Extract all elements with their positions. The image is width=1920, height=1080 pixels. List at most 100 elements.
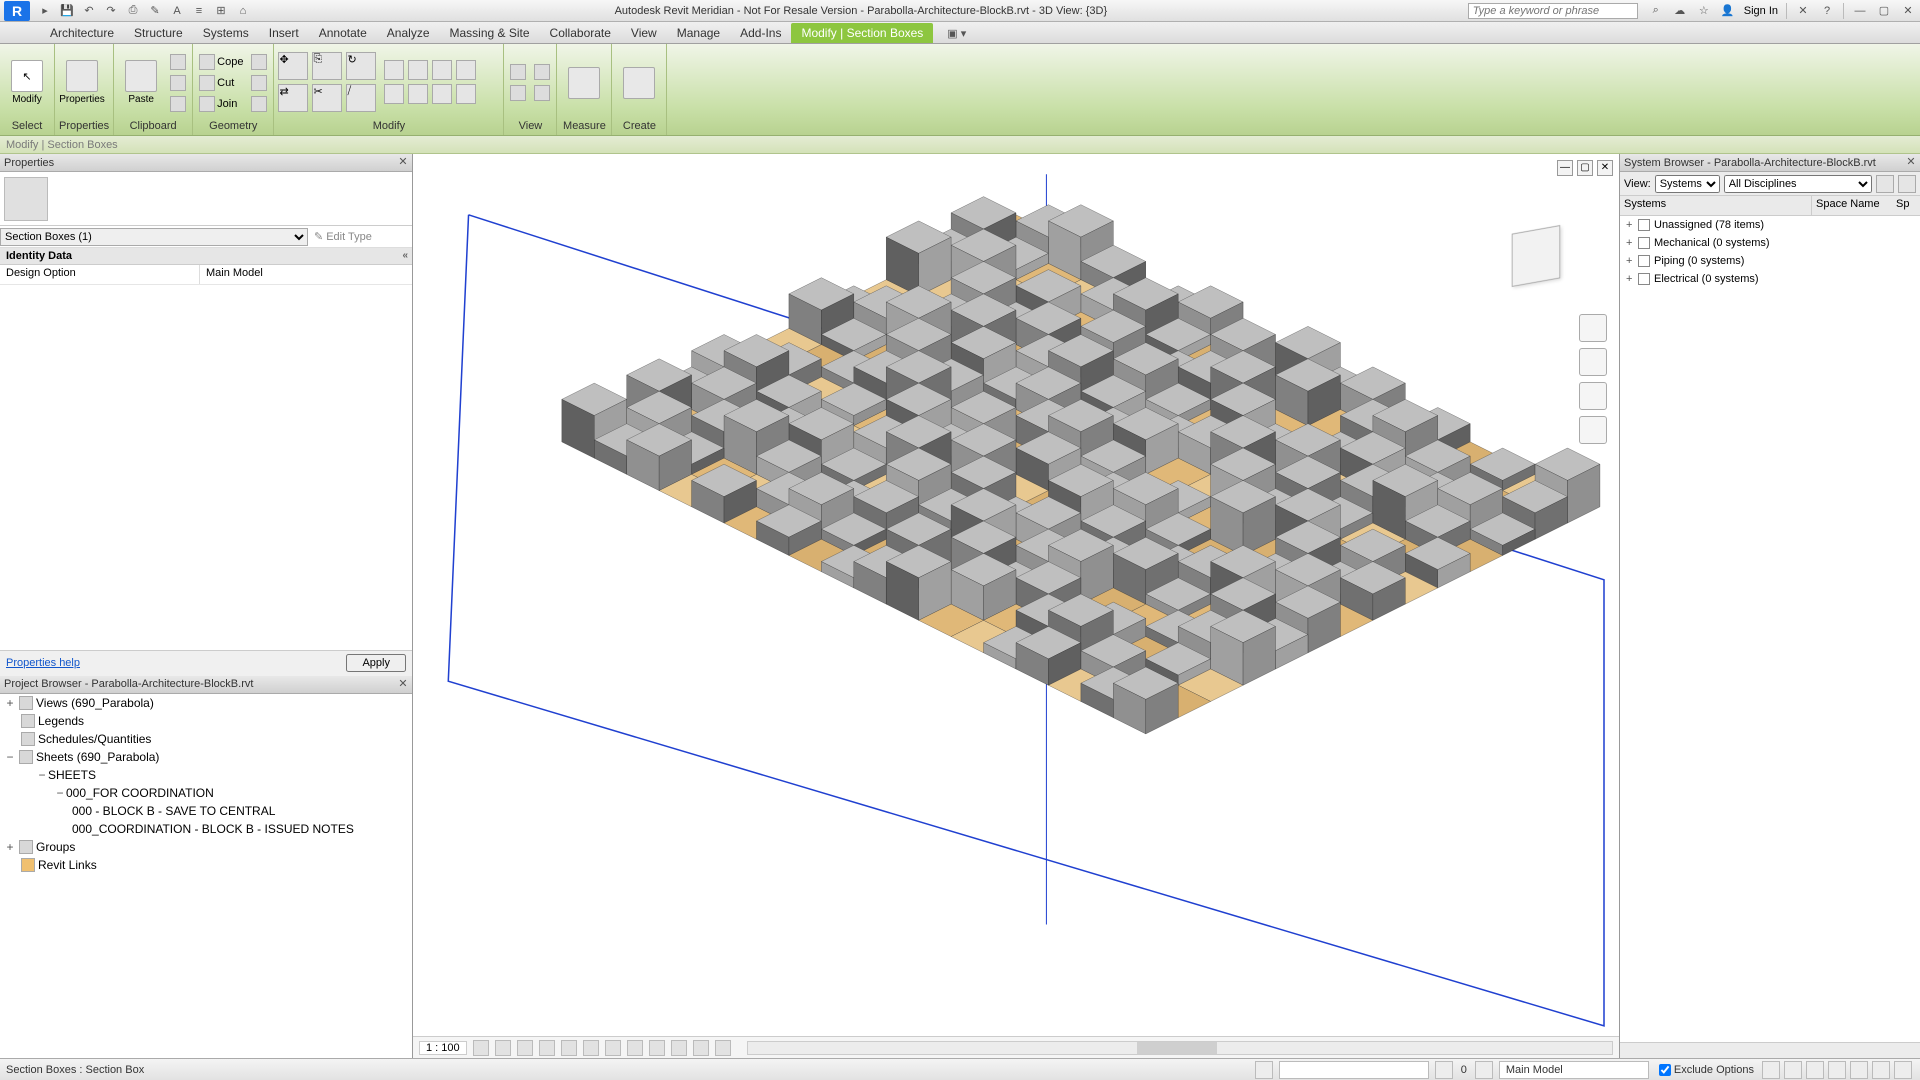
checkbox[interactable]: [1638, 237, 1650, 249]
scrollbar-thumb[interactable]: [1137, 1042, 1217, 1054]
tab-massing-site[interactable]: Massing & Site: [440, 23, 540, 43]
expand-icon[interactable]: +: [4, 840, 16, 854]
geom-btn-1[interactable]: [249, 52, 269, 72]
group-button[interactable]: [456, 84, 476, 104]
select-face-icon[interactable]: [1850, 1061, 1868, 1079]
tab-structure[interactable]: Structure: [124, 23, 193, 43]
print-icon[interactable]: ⎙: [124, 2, 142, 20]
steering-wheel-icon[interactable]: [1579, 314, 1607, 342]
collapse-icon[interactable]: −: [36, 768, 48, 782]
qat-icon[interactable]: ⌂: [234, 2, 252, 20]
tree-views[interactable]: +Views (690_Parabola): [0, 694, 412, 712]
copy-clipboard-button[interactable]: [168, 73, 188, 93]
lock-3d-icon[interactable]: [627, 1040, 643, 1056]
select-links-icon[interactable]: [1784, 1061, 1802, 1079]
properties-button[interactable]: Properties: [59, 50, 105, 116]
prop-value[interactable]: Main Model: [200, 265, 412, 284]
qat-icon[interactable]: ✎: [146, 2, 164, 20]
filter-selection-icon[interactable]: [1894, 1061, 1912, 1079]
save-icon[interactable]: 💾: [58, 2, 76, 20]
qat-icon[interactable]: ≡: [190, 2, 208, 20]
shadows-icon[interactable]: [539, 1040, 555, 1056]
scale-button[interactable]: [456, 60, 476, 80]
help-icon[interactable]: ?: [1818, 2, 1836, 20]
tree-sheets[interactable]: −Sheets (690_Parabola): [0, 748, 412, 766]
tab-manage[interactable]: Manage: [667, 23, 730, 43]
tree-sheets-sub[interactable]: −SHEETS: [0, 766, 412, 784]
collapse-icon[interactable]: −: [54, 786, 66, 800]
col-systems[interactable]: Systems: [1620, 196, 1812, 215]
minimize-view-icon[interactable]: —: [1557, 160, 1573, 176]
tab-view[interactable]: View: [621, 23, 667, 43]
column-settings-icon[interactable]: [1876, 175, 1894, 193]
close-icon[interactable]: ✕: [396, 677, 410, 691]
geom-btn-2[interactable]: [249, 73, 269, 93]
qat-icon[interactable]: ⊞: [212, 2, 230, 20]
unpin-button[interactable]: [408, 84, 428, 104]
viewcube[interactable]: [1493, 214, 1579, 300]
visual-style-icon[interactable]: [495, 1040, 511, 1056]
view-scrollbar[interactable]: [747, 1041, 1613, 1055]
close-view-icon[interactable]: ✕: [1597, 160, 1613, 176]
system-row-unassigned[interactable]: +Unassigned (78 items): [1620, 216, 1920, 234]
tab-insert[interactable]: Insert: [259, 23, 309, 43]
trim-button[interactable]: ✂: [312, 84, 342, 112]
filter-icon[interactable]: [1762, 1061, 1780, 1079]
workset-field[interactable]: [1279, 1061, 1429, 1079]
user-icon[interactable]: 👤: [1719, 2, 1737, 20]
modify-button[interactable]: ↖Modify: [4, 50, 50, 116]
exclude-options-checkbox[interactable]: Exclude Options: [1659, 1064, 1754, 1076]
app-logo[interactable]: R: [4, 1, 30, 21]
tree-revit-links[interactable]: Revit Links: [0, 856, 412, 874]
offset-button[interactable]: [408, 60, 428, 80]
exchange-icon[interactable]: ☁: [1671, 2, 1689, 20]
create-button[interactable]: [616, 50, 662, 116]
expand-icon[interactable]: +: [1626, 219, 1638, 231]
signin-link[interactable]: Sign In: [1744, 5, 1778, 17]
viewcube-face[interactable]: [1512, 225, 1560, 287]
pan-icon[interactable]: [1579, 348, 1607, 376]
minimize-icon[interactable]: —: [1851, 2, 1869, 20]
tab-modify-section-boxes[interactable]: Modify | Section Boxes: [791, 23, 933, 43]
project-browser-title[interactable]: Project Browser - Parabolla-Architecture…: [0, 676, 412, 694]
undo-icon[interactable]: ↶: [80, 2, 98, 20]
align-button[interactable]: [384, 60, 404, 80]
tab-analyze[interactable]: Analyze: [377, 23, 440, 43]
scale-selector[interactable]: 1 : 100: [419, 1041, 467, 1055]
collapse-icon[interactable]: −: [4, 750, 16, 764]
expand-icon[interactable]: +: [1626, 237, 1638, 249]
search-input[interactable]: [1468, 3, 1638, 19]
ribbon-expander-icon[interactable]: ▣ ▾: [941, 24, 972, 43]
match-button[interactable]: [168, 94, 188, 114]
expand-icon[interactable]: +: [4, 696, 16, 710]
join-button[interactable]: Join: [197, 94, 245, 114]
design-option-field[interactable]: Main Model: [1499, 1061, 1649, 1079]
tree-schedules[interactable]: Schedules/Quantities: [0, 730, 412, 748]
rotate-button[interactable]: ↻: [346, 52, 376, 80]
system-row-mechanical[interactable]: +Mechanical (0 systems): [1620, 234, 1920, 252]
crop-icon[interactable]: [583, 1040, 599, 1056]
sun-path-icon[interactable]: [517, 1040, 533, 1056]
cloud-icon[interactable]: ✕: [1794, 2, 1812, 20]
rendering-icon[interactable]: [561, 1040, 577, 1056]
measure-button[interactable]: [561, 50, 607, 116]
copy-button[interactable]: ⎘: [312, 52, 342, 80]
tree-groups[interactable]: +Groups: [0, 838, 412, 856]
restore-view-icon[interactable]: ▢: [1577, 160, 1593, 176]
delete-button[interactable]: [432, 84, 452, 104]
col-space-name[interactable]: Space Name: [1812, 196, 1892, 215]
tree-sheet-item[interactable]: 000_COORDINATION - BLOCK B - ISSUED NOTE…: [0, 820, 412, 838]
system-browser-title[interactable]: System Browser - Parabolla-Architecture-…: [1620, 154, 1920, 172]
tree-for-coord[interactable]: −000_FOR COORDINATION: [0, 784, 412, 802]
tab-architecture[interactable]: Architecture: [40, 23, 124, 43]
paste-button[interactable]: Paste: [118, 50, 164, 116]
detail-level-icon[interactable]: [473, 1040, 489, 1056]
redo-icon[interactable]: ↷: [102, 2, 120, 20]
temp-hide-icon[interactable]: [649, 1040, 665, 1056]
constraints-icon[interactable]: [715, 1040, 731, 1056]
expand-icon[interactable]: +: [1626, 255, 1638, 267]
properties-help-link[interactable]: Properties help: [6, 657, 80, 669]
tab-systems[interactable]: Systems: [193, 23, 259, 43]
system-scrollbar[interactable]: [1620, 1042, 1920, 1058]
drag-elements-icon[interactable]: [1872, 1061, 1890, 1079]
